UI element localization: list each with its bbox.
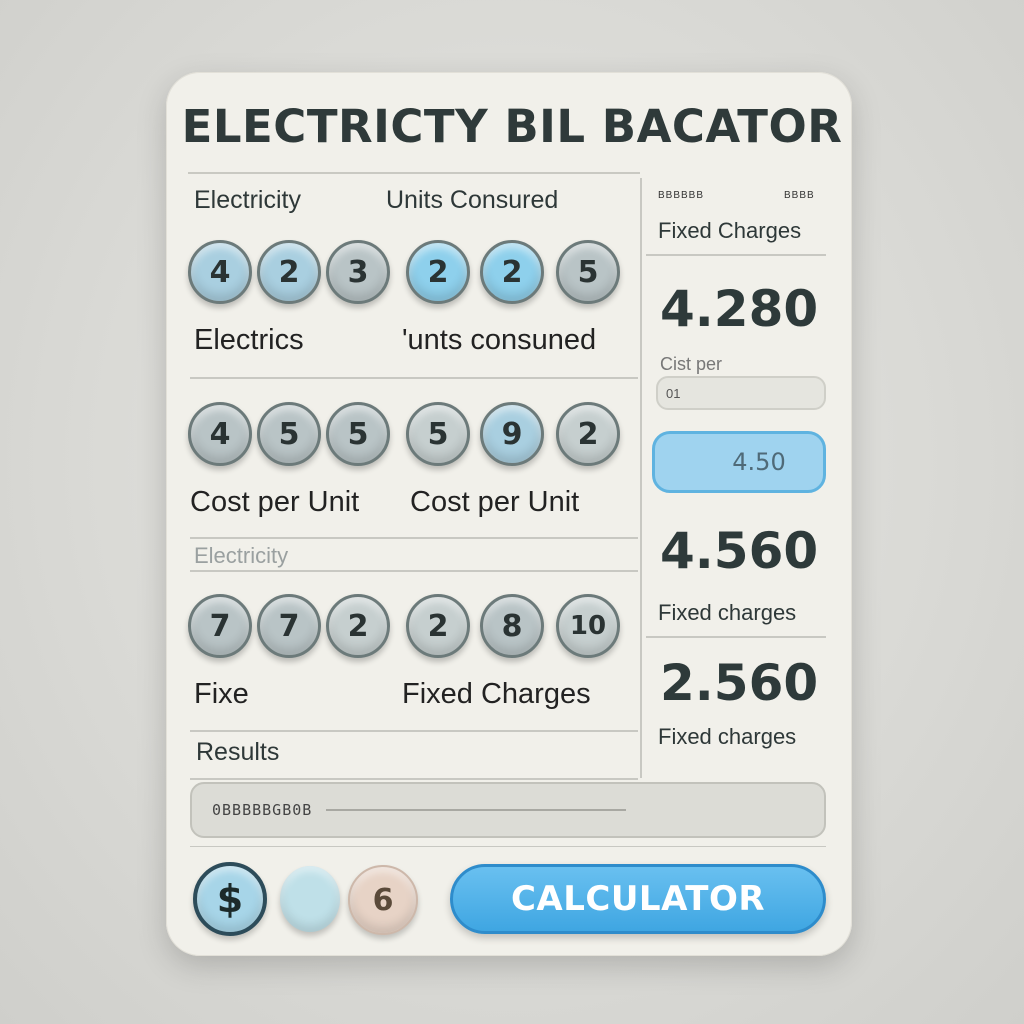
digit-button[interactable]: 2 [480,240,544,304]
page-title: ELECTRICTY BIL BACATOR [181,100,843,153]
dollar-button[interactable]: $ [193,862,267,936]
electricity-faint-label: Electricity [194,543,289,568]
section-divider [190,570,638,572]
digit-button[interactable]: 2 [406,240,470,304]
cost-per-label: Cist per [660,354,723,374]
digit-button[interactable]: 7 [257,594,321,658]
section-divider [190,377,638,379]
cost-per-unit-caption: Cost per Unit [190,486,360,518]
digit-button[interactable]: 5 [556,240,620,304]
value-display-1: 4.280 [660,280,819,338]
results-label: Results [196,738,280,766]
digit-button[interactable]: 2 [257,240,321,304]
digit-button[interactable]: 3 [326,240,390,304]
results-field-line [326,809,627,811]
digit-button[interactable]: 10 [556,594,620,658]
small-header-left: BBBBBB [658,190,705,201]
digit-button[interactable]: 4 [188,240,252,304]
blank-round-button[interactable] [280,866,340,932]
digit-button[interactable]: 2 [406,594,470,658]
fixed-charges-label: Fixed Charges [658,218,802,243]
digit-button[interactable]: 5 [257,402,321,466]
units-consumed-label: Units Consured [386,186,559,214]
right-divider [646,636,826,638]
cost-per-input-value: 01 [666,385,681,401]
digit-button[interactable]: 5 [326,402,390,466]
number-button[interactable]: 6 [348,865,418,935]
section-divider [190,537,638,539]
section-divider [190,778,638,780]
results-value: 0BBBBBGB0B [212,801,313,819]
fixed-charges-label: Fixed charges [658,724,797,749]
cost-per-input[interactable]: 01 [656,376,826,410]
rate-input[interactable]: 4.50 [652,431,826,493]
results-field[interactable]: 0BBBBBGB0B [190,782,826,838]
digit-button[interactable]: 7 [188,594,252,658]
fixed-charges-caption: Fixed Charges [402,678,591,710]
electrics-caption: Electrics [194,324,304,356]
cost-per-unit-caption: Cost per Unit [410,486,580,518]
rate-input-value: 4.50 [732,448,786,476]
section-divider [190,730,638,732]
digit-button[interactable]: 5 [406,402,470,466]
digit-button[interactable]: 2 [326,594,390,658]
small-header-right: BBBB [784,190,815,201]
right-divider [646,254,826,256]
units-consumed-caption: 'unts consuned [402,324,597,356]
digit-button[interactable]: 9 [480,402,544,466]
electricity-label: Electricity [194,186,301,214]
fixed-caption: Fixe [194,678,249,710]
digit-button[interactable]: 8 [480,594,544,658]
calculate-button[interactable]: CALCULATOR [450,864,826,934]
value-display-3: 2.560 [660,654,819,712]
digit-button[interactable]: 2 [556,402,620,466]
bottom-divider [190,846,826,847]
panel-divider [640,178,642,778]
value-display-2: 4.560 [660,522,819,580]
digit-button[interactable]: 4 [188,402,252,466]
title-underline [188,172,640,174]
fixed-charges-label: Fixed charges [658,600,797,625]
